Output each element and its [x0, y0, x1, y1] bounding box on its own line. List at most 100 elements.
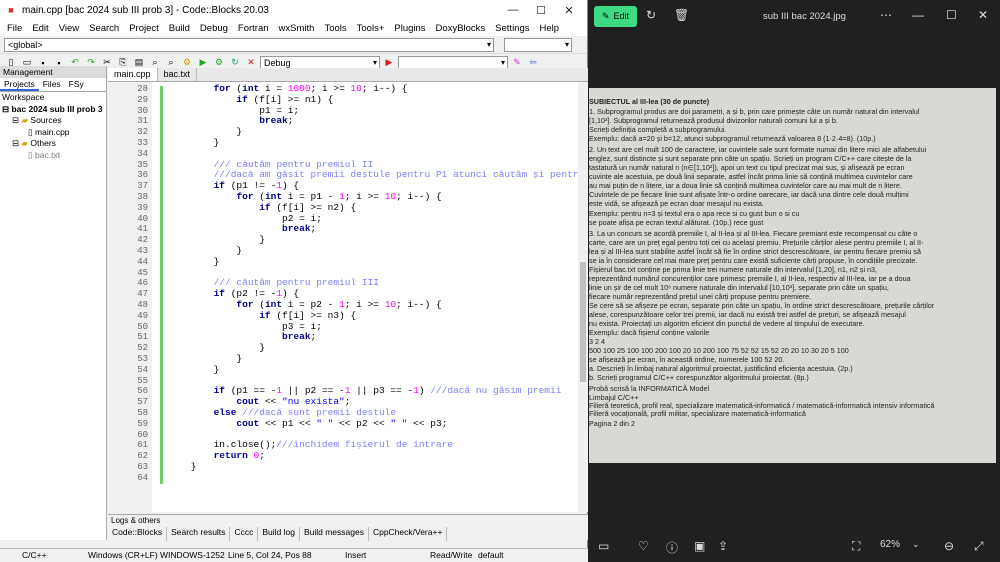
- minimize-button[interactable]: —: [499, 4, 527, 16]
- line-number: 48: [137, 300, 148, 310]
- close-icon[interactable]: ✕: [978, 8, 988, 22]
- line-number: 64: [137, 472, 148, 483]
- symbol-select[interactable]: [504, 37, 572, 52]
- menu-item[interactable]: Help: [535, 23, 565, 34]
- tree-project[interactable]: ⊟ bac 2024 sub III prob 3: [2, 104, 106, 116]
- tree-sources[interactable]: ⊟ ▰ Sources: [2, 115, 106, 127]
- menu-item[interactable]: wxSmith: [274, 23, 320, 34]
- menu-item[interactable]: Build: [164, 23, 195, 34]
- menu-item[interactable]: Plugins: [389, 23, 430, 34]
- chevron-down-icon[interactable]: ⌄: [912, 539, 920, 550]
- menu-item[interactable]: Search: [84, 23, 124, 34]
- tab-build-messages[interactable]: Build messages: [300, 527, 369, 541]
- line-number: 50: [137, 321, 148, 332]
- tab-codeblocks-log[interactable]: Code::Blocks: [108, 527, 168, 541]
- document-line: Probă scrisă la INFORMATICĂ Model: [589, 384, 710, 393]
- title-bar: ■ main.cpp [bac 2024 sub III prob 3] - C…: [0, 0, 587, 20]
- tab-cppcheck[interactable]: CppCheck/Vera++: [369, 527, 448, 541]
- document-line: Exemplu: dacă a=20 și b=12, atunci subpr…: [589, 134, 876, 143]
- line-number: 37: [137, 181, 148, 192]
- code-line: if (f[i] >= n3) {: [259, 309, 357, 321]
- management-header: Management: [0, 66, 106, 78]
- line-number: 41: [137, 224, 148, 235]
- line-number: 43: [137, 246, 148, 256]
- edit-button[interactable]: ✎ Edit: [594, 5, 638, 27]
- tab-fsy[interactable]: FSy: [65, 78, 88, 91]
- zoom-level[interactable]: 62%: [880, 539, 900, 550]
- folder-icon: ▰: [21, 115, 29, 125]
- code-editor[interactable]: 28 29 30 31 32 33 34 35 36 37 38 39 40 41 42 43 44 45 46 47…: [108, 82, 578, 512]
- menu-item[interactable]: View: [54, 23, 84, 34]
- status-readwrite: Read/Write: [430, 550, 473, 560]
- editor-scrollbar[interactable]: [578, 82, 588, 512]
- status-position: Line 5, Col 24, Pos 88: [228, 550, 312, 560]
- folder-icon: ▰: [21, 138, 29, 148]
- line-number: 55: [137, 375, 148, 386]
- code-line: }: [168, 137, 220, 148]
- delete-icon[interactable]: 🗑: [674, 8, 689, 22]
- code-line: if (f[i] >= n1) {: [236, 93, 334, 105]
- tree-others[interactable]: ⊟ ▰ Others: [2, 138, 106, 150]
- menu-item[interactable]: File: [2, 23, 27, 34]
- share-icon[interactable]: ⇪: [718, 539, 728, 553]
- fullscreen-icon[interactable]: ⤢: [974, 539, 984, 554]
- menu-item[interactable]: Settings: [490, 23, 534, 34]
- fit-icon[interactable]: ⛶: [852, 539, 860, 554]
- document-line: b. Scrieți programul C/C++ corespunzător…: [589, 373, 809, 382]
- scope-select[interactable]: <global>: [4, 37, 494, 52]
- photo-title: sub III bac 2024.jpg: [763, 11, 846, 22]
- line-number: 33: [137, 138, 148, 148]
- maximize-button[interactable]: ☐: [527, 4, 555, 17]
- management-tabs: Projects Files FSy: [0, 78, 106, 92]
- status-bar: C/C++ Windows (CR+LF) WINDOWS-1252 Line …: [0, 548, 588, 562]
- menu-item[interactable]: Tools+: [352, 23, 390, 34]
- line-number: 35: [137, 159, 148, 170]
- document-line: Filieră vocațională, profil militar, spe…: [589, 409, 806, 418]
- document-line: SUBIECTUL al III-lea (30 de puncte): [589, 97, 710, 106]
- favorite-icon[interactable]: ♡: [638, 539, 649, 553]
- menu-item[interactable]: Fortran: [233, 23, 274, 34]
- filmstrip-icon[interactable]: ▭: [598, 539, 609, 553]
- code-line: }: [168, 363, 220, 375]
- more-icon[interactable]: ⋯: [880, 8, 892, 22]
- line-number: 49: [137, 310, 148, 321]
- line-number: 36: [137, 170, 148, 181]
- tree-workspace[interactable]: Workspace: [2, 92, 106, 104]
- logs-tabs: Code::Blocks Search results Cccc Build l…: [108, 527, 588, 541]
- line-number: 47: [137, 289, 148, 300]
- line-number: 28: [137, 84, 148, 94]
- close-button[interactable]: ✕: [555, 4, 583, 17]
- line-number: 44: [137, 256, 148, 267]
- line-number: 57: [137, 397, 148, 408]
- tab-build-log[interactable]: Build log: [258, 527, 300, 541]
- line-number: 54: [137, 364, 148, 375]
- document-photo: SUBIECTUL al III-lea (30 de puncte) 1. Su…: [589, 88, 996, 463]
- menu-item[interactable]: Tools: [319, 23, 351, 34]
- line-number: 61: [137, 440, 148, 451]
- document-line: Pagina 2 din 2: [589, 419, 635, 428]
- tab-cccc[interactable]: Cccc: [230, 527, 259, 541]
- tab-files[interactable]: Files: [39, 78, 65, 91]
- line-number: 32: [137, 127, 148, 138]
- menu-item[interactable]: Debug: [195, 23, 233, 34]
- codeblocks-logo-icon: ■: [8, 5, 14, 15]
- tab-projects[interactable]: Projects: [0, 78, 39, 91]
- menu-item[interactable]: Edit: [27, 23, 53, 34]
- info-icon[interactable]: ⓘ: [666, 539, 678, 556]
- tab-bac-txt[interactable]: bac.txt: [158, 68, 198, 81]
- line-number: 39: [137, 202, 148, 213]
- compare-icon[interactable]: ▣: [694, 539, 705, 553]
- menu-item[interactable]: Project: [124, 23, 164, 34]
- tab-search-results[interactable]: Search results: [167, 527, 231, 541]
- tab-main-cpp[interactable]: main.cpp: [108, 68, 158, 81]
- zoom-out-icon[interactable]: ⊖: [944, 539, 954, 553]
- rotate-icon[interactable]: ↻: [646, 8, 656, 22]
- maximize-icon[interactable]: ☐: [946, 8, 957, 22]
- status-profile: default: [478, 550, 504, 560]
- tree-main-cpp[interactable]: ▯ main.cpp: [2, 127, 106, 139]
- photos-bottom-bar: ▭ ♡ ⓘ ▣ ⇪ ⛶ 62% ⌄ ⊖ ⤢: [588, 530, 1000, 562]
- change-bar: [160, 86, 163, 484]
- tree-bac-txt[interactable]: ▯ bac.txt: [2, 150, 106, 162]
- minimize-icon[interactable]: —: [912, 8, 924, 22]
- menu-item[interactable]: DoxyBlocks: [431, 23, 491, 34]
